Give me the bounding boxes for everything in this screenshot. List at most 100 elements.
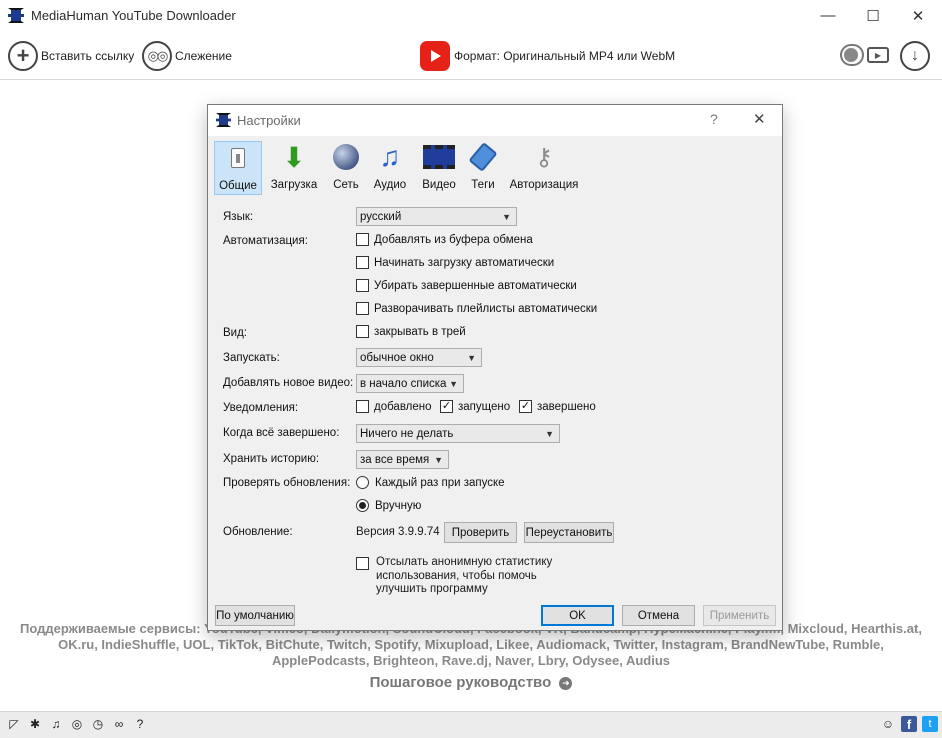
spy-icon[interactable]: ☺	[880, 716, 896, 732]
chevron-down-icon: ▼	[467, 352, 476, 363]
tab-network[interactable]: Сеть	[328, 141, 364, 195]
tracking-button[interactable]: ◎◎ Слежение	[142, 41, 232, 71]
update-each-launch-radio[interactable]: Каждый раз при запуске	[356, 476, 505, 489]
check-icon: ✓	[519, 400, 532, 413]
keys-icon: ⚷	[535, 143, 553, 171]
tab-general-label: Общие	[219, 180, 257, 192]
version-text: Версия 3.9.9.74	[356, 526, 440, 538]
dialog-help-button[interactable]: ?	[710, 111, 718, 127]
add-new-video-label: Добавлять новое видео:	[223, 377, 354, 389]
ok-button[interactable]: OK	[541, 605, 614, 626]
auto-start-checkbox[interactable]: Начинать загрузку автоматически	[356, 256, 554, 269]
tab-download-label: Загрузка	[270, 179, 318, 191]
stats-label: Отсылать анонимную статистику использова…	[376, 556, 552, 597]
maximize-button[interactable]: ☐	[850, 0, 896, 31]
tab-general[interactable]: Общие	[214, 141, 262, 195]
tab-download[interactable]: ⬇ Загрузка	[268, 141, 320, 195]
gear-icon[interactable]: ✱	[27, 716, 43, 732]
stats-line-3: улучшить программу	[376, 583, 488, 595]
chevron-down-icon: ▼	[449, 378, 458, 389]
notify-added-checkbox[interactable]: добавлено	[356, 400, 432, 413]
when-done-value: Ничего не делать	[360, 427, 454, 440]
binoculars-small-icon[interactable]: ∞	[111, 716, 127, 732]
format-selector[interactable]: Формат: Оригинальный MP4 или WebM	[420, 41, 675, 71]
notify-finished-checkbox[interactable]: ✓ завершено	[519, 400, 596, 413]
app-logo-icon	[8, 8, 24, 23]
music-note-icon[interactable]: ♫	[48, 716, 64, 732]
paste-link-button[interactable]: + Вставить ссылку	[8, 41, 134, 71]
tab-network-label: Сеть	[333, 179, 359, 191]
automation-label: Автоматизация:	[223, 235, 308, 247]
radio-button	[356, 476, 369, 489]
app-title: MediaHuman YouTube Downloader	[31, 8, 236, 23]
defaults-button[interactable]: По умолчанию	[215, 605, 295, 626]
toggle-switch	[840, 44, 864, 66]
view-label: Вид:	[223, 327, 247, 339]
apply-button[interactable]: Применить	[703, 605, 776, 626]
chevron-down-icon: ▼	[502, 211, 511, 222]
history-select[interactable]: за все время ▼	[356, 450, 449, 469]
facebook-icon[interactable]: f	[901, 716, 917, 732]
snail-icon[interactable]: ◎	[69, 716, 85, 732]
clock-icon[interactable]: ◷	[90, 716, 106, 732]
paste-link-label: Вставить ссылку	[41, 49, 135, 63]
close-button[interactable]: ✕	[895, 0, 941, 31]
checkbox-label: Убирать завершенные автоматически	[374, 279, 577, 292]
tab-authorization-label: Авторизация	[509, 179, 579, 191]
language-label: Язык:	[223, 211, 254, 223]
notify-started-checkbox[interactable]: ✓ запущено	[440, 400, 510, 413]
when-done-label: Когда всё завершено:	[223, 427, 340, 439]
download-all-button[interactable]: ↓	[900, 41, 930, 71]
launch-value: обычное окно	[360, 351, 434, 364]
checkbox-box	[356, 279, 369, 292]
anonymous-stats-checkbox[interactable]: Отсылать анонимную статистику использова…	[356, 556, 552, 597]
checkbox-box	[356, 233, 369, 246]
settings-dialog: Настройки ? ✕ Общие ⬇ Загрузка Сеть ♫ Ау…	[207, 104, 783, 631]
history-value: за все время	[360, 453, 430, 466]
tab-video[interactable]: Видео	[420, 141, 458, 195]
reinstall-button[interactable]: Переустановить	[524, 522, 614, 543]
broom-icon[interactable]: ◸	[6, 716, 22, 732]
language-select[interactable]: русский ▼	[356, 207, 517, 226]
download-arrow-icon: ⬇	[282, 141, 306, 173]
guide-label: Пошаговое руководство	[369, 674, 552, 691]
launch-select[interactable]: обычное окно ▼	[356, 348, 482, 367]
close-to-tray-checkbox[interactable]: закрывать в трей	[356, 325, 466, 338]
update-label: Обновление:	[223, 526, 293, 538]
stats-line-1: Отсылать анонимную статистику	[376, 556, 553, 568]
toolbar: + Вставить ссылку ◎◎ Слежение Формат: Ор…	[0, 32, 942, 80]
when-done-select[interactable]: Ничего не делать ▼	[356, 424, 560, 443]
check-update-button[interactable]: Проверить	[444, 522, 517, 543]
add-new-video-select[interactable]: в начало списка ▼	[356, 374, 464, 393]
language-value: русский	[360, 210, 402, 223]
arrow-circle-icon: ➜	[559, 677, 573, 690]
notifications-label: Уведомления:	[223, 402, 299, 414]
tab-audio-label: Аудио	[373, 179, 407, 191]
format-label: Формат: Оригинальный MP4 или WebM	[454, 49, 676, 63]
tab-audio[interactable]: ♫ Аудио	[372, 141, 408, 195]
music-note-icon: ♫	[379, 141, 401, 172]
dialog-app-icon	[216, 113, 231, 127]
auto-remove-checkbox[interactable]: Убирать завершенные автоматически	[356, 279, 577, 292]
update-manual-radio[interactable]: Вручную	[356, 499, 421, 512]
radio-label: Вручную	[375, 499, 422, 512]
dialog-close-button[interactable]: ✕	[753, 110, 766, 128]
cancel-button[interactable]: Отмена	[622, 605, 695, 626]
add-new-video-value: в начало списка	[360, 377, 447, 390]
download-arrow-icon: ↓	[911, 47, 919, 64]
auto-expand-playlists-checkbox[interactable]: Разворачивать плейлисты автоматически	[356, 302, 597, 315]
minimize-button[interactable]: —	[805, 0, 851, 31]
checkbox-label: завершено	[537, 400, 596, 413]
title-bar: MediaHuman YouTube Downloader — ☐ ✕	[0, 0, 942, 32]
tab-tags[interactable]: Теги	[466, 141, 500, 195]
help-icon[interactable]: ?	[132, 716, 148, 732]
tab-authorization[interactable]: ⚷ Авторизация	[509, 141, 579, 195]
video-mode-toggle[interactable]: ▶	[840, 44, 889, 66]
tag-icon	[467, 141, 499, 173]
radio-button-selected	[356, 499, 369, 512]
step-by-step-guide-link[interactable]: Пошаговое руководство ➜	[0, 674, 942, 691]
auto-clipboard-checkbox[interactable]: Добавлять из буфера обмена	[356, 233, 533, 246]
checkbox-label: запущено	[458, 400, 511, 413]
checkbox-label: Разворачивать плейлисты автоматически	[374, 302, 598, 315]
twitter-icon[interactable]: t	[922, 716, 938, 732]
